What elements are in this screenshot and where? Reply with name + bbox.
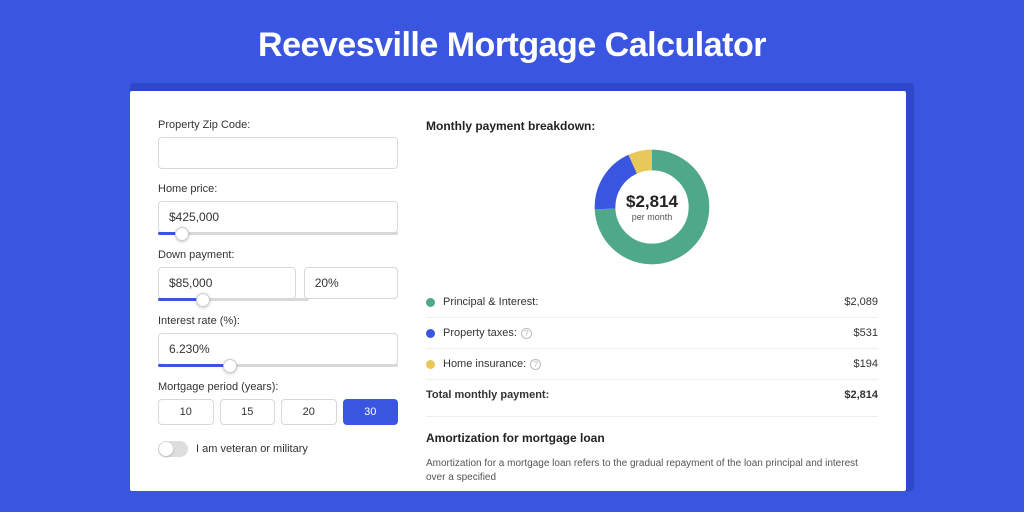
interest-slider[interactable] [158,364,398,367]
breakdown-column: Monthly payment breakdown: $2,814 per mo… [426,119,878,491]
row-property-taxes: Property taxes: ? $531 [426,317,878,348]
home-price-label: Home price: [158,183,398,195]
home-price-group: Home price: [158,183,398,235]
interest-input[interactable] [158,333,398,365]
interest-label: Interest rate (%): [158,315,398,327]
dot-icon [426,298,435,307]
info-icon[interactable]: ? [530,359,541,370]
down-payment-input[interactable] [158,267,296,299]
info-icon[interactable]: ? [521,328,532,339]
page-title: Reevesville Mortgage Calculator [0,0,1024,83]
period-options: 10 15 20 30 [158,399,398,425]
period-btn-15[interactable]: 15 [220,399,276,425]
slider-thumb[interactable] [223,359,237,373]
zip-input[interactable] [158,137,398,169]
veteran-toggle[interactable] [158,441,188,457]
row-principal-interest: Principal & Interest: $2,089 [426,287,878,317]
total-value: $2,814 [844,389,878,401]
amortization-text: Amortization for a mortgage loan refers … [426,457,878,485]
row-label: Property taxes: [443,327,517,339]
row-value: $531 [854,327,878,339]
down-payment-group: Down payment: [158,249,398,301]
row-total: Total monthly payment: $2,814 [426,379,878,410]
veteran-label: I am veteran or military [196,443,308,455]
zip-label: Property Zip Code: [158,119,398,131]
slider-thumb[interactable] [196,293,210,307]
amortization-title: Amortization for mortgage loan [426,431,878,445]
period-btn-30[interactable]: 30 [343,399,399,425]
row-label: Principal & Interest: [443,296,538,308]
row-label: Home insurance: [443,358,526,370]
donut-chart: $2,814 per month [590,145,714,269]
calculator-card: Property Zip Code: Home price: Down paym… [130,91,906,491]
down-payment-pct-input[interactable] [304,267,398,299]
donut-wrap: $2,814 per month [426,145,878,269]
down-payment-label: Down payment: [158,249,398,261]
home-price-input[interactable] [158,201,398,233]
dot-icon [426,329,435,338]
period-label: Mortgage period (years): [158,381,398,393]
inputs-column: Property Zip Code: Home price: Down paym… [158,119,398,491]
row-value: $2,089 [844,296,878,308]
period-btn-20[interactable]: 20 [281,399,337,425]
card-shadow: Property Zip Code: Home price: Down paym… [130,83,914,491]
row-value: $194 [854,358,878,370]
toggle-knob [159,442,173,456]
total-label: Total monthly payment: [426,389,549,401]
zip-group: Property Zip Code: [158,119,398,169]
amortization-section: Amortization for mortgage loan Amortizat… [426,416,878,485]
donut-amount: $2,814 [626,192,678,212]
row-home-insurance: Home insurance: ? $194 [426,348,878,379]
period-group: Mortgage period (years): 10 15 20 30 [158,381,398,425]
donut-sub: per month [632,212,673,222]
slider-thumb[interactable] [175,227,189,241]
interest-group: Interest rate (%): [158,315,398,367]
down-payment-slider[interactable] [158,298,309,301]
period-btn-10[interactable]: 10 [158,399,214,425]
breakdown-title: Monthly payment breakdown: [426,119,878,133]
dot-icon [426,360,435,369]
veteran-row: I am veteran or military [158,441,398,457]
home-price-slider[interactable] [158,232,398,235]
